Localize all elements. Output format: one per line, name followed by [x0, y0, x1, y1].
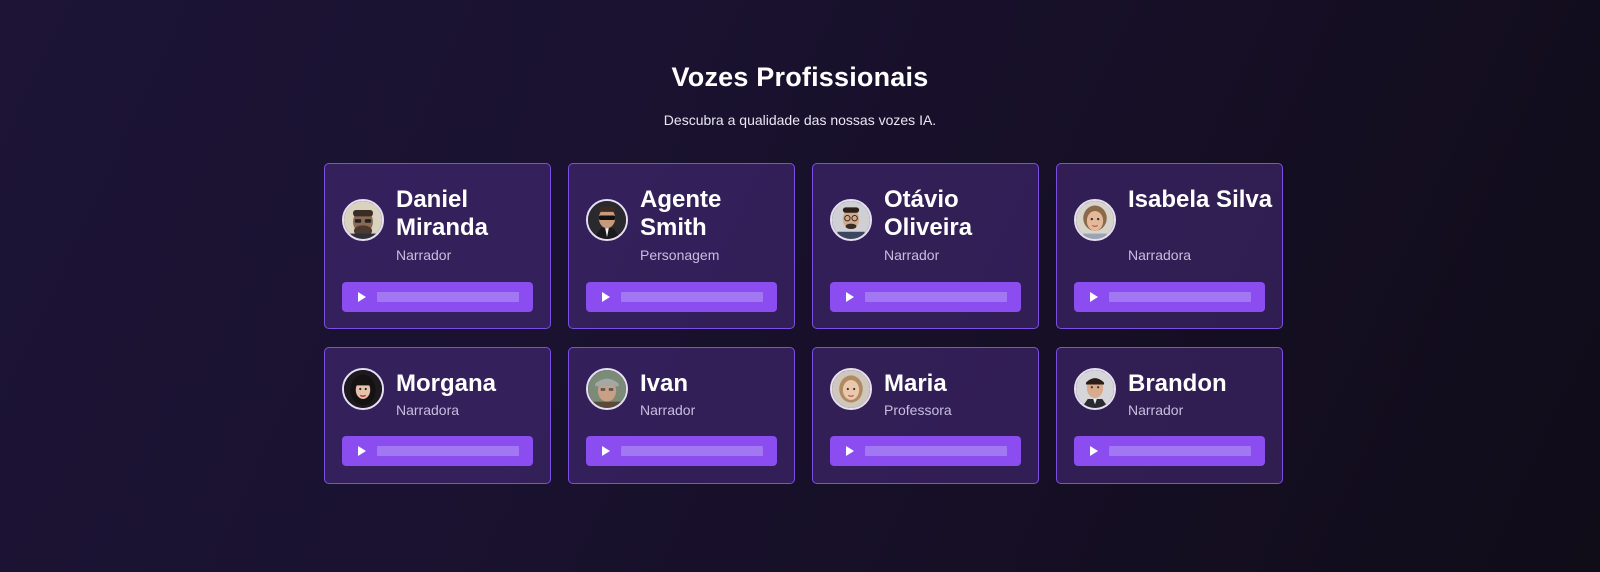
avatar — [342, 199, 384, 241]
play-icon[interactable] — [358, 446, 366, 456]
avatar — [1074, 199, 1116, 241]
voice-name: Brandon — [1128, 370, 1227, 397]
section-subtitle: Descubra a qualidade das nossas vozes IA… — [663, 112, 937, 128]
voice-card-daniel-miranda: Daniel Miranda Narrador — [324, 163, 551, 329]
voices-section: Vozes Profissionais Descubra a qualidade… — [0, 0, 1600, 572]
section-title: Vozes Profissionais — [671, 62, 929, 92]
voice-card-morgana: Morgana Narradora — [324, 347, 551, 484]
play-icon[interactable] — [1090, 292, 1098, 302]
voice-name: Isabela Silva — [1128, 186, 1273, 213]
voice-role: Personagem — [640, 247, 720, 263]
progress-track[interactable] — [865, 446, 1007, 456]
audio-player[interactable] — [1074, 436, 1265, 466]
voice-name: Maria — [884, 370, 947, 397]
avatar — [1074, 368, 1116, 410]
voice-card-brandon: Brandon Narrador — [1056, 347, 1283, 484]
avatar — [830, 199, 872, 241]
voice-role: Narrador — [1128, 402, 1184, 418]
voice-name: Otávio Oliveira — [884, 186, 973, 241]
audio-player[interactable] — [342, 436, 533, 466]
voice-card-ivan: Ivan Narrador — [568, 347, 795, 484]
play-icon[interactable] — [602, 446, 610, 456]
audio-player[interactable] — [1074, 282, 1265, 312]
avatar — [830, 368, 872, 410]
voice-role: Narrador — [396, 247, 452, 263]
progress-track[interactable] — [621, 446, 763, 456]
play-icon[interactable] — [846, 446, 854, 456]
voice-name: Morgana — [396, 370, 497, 397]
voice-card-maria: Maria Professora — [812, 347, 1039, 484]
voice-name: Agente Smith — [640, 186, 722, 241]
progress-track[interactable] — [1109, 292, 1251, 302]
voice-role: Narrador — [640, 402, 696, 418]
avatar — [342, 368, 384, 410]
avatar — [586, 199, 628, 241]
audio-player[interactable] — [586, 282, 777, 312]
play-icon[interactable] — [358, 292, 366, 302]
voice-role: Narradora — [1128, 247, 1192, 263]
voice-name: Ivan — [640, 370, 689, 397]
audio-player[interactable] — [830, 436, 1021, 466]
progress-track[interactable] — [1109, 446, 1251, 456]
progress-track[interactable] — [377, 446, 519, 456]
play-icon[interactable] — [1090, 446, 1098, 456]
voice-card-isabela-silva: Isabela Silva Narradora — [1056, 163, 1283, 329]
progress-track[interactable] — [377, 292, 519, 302]
voice-name: Daniel Miranda — [396, 186, 489, 241]
progress-track[interactable] — [865, 292, 1007, 302]
audio-player[interactable] — [342, 282, 533, 312]
play-icon[interactable] — [602, 292, 610, 302]
avatar — [586, 368, 628, 410]
voice-role: Narradora — [396, 402, 460, 418]
audio-player[interactable] — [586, 436, 777, 466]
voice-card-agente-smith: Agente Smith Personagem — [568, 163, 795, 329]
play-icon[interactable] — [846, 292, 854, 302]
progress-track[interactable] — [621, 292, 763, 302]
voice-card-otavio-oliveira: Otávio Oliveira Narrador — [812, 163, 1039, 329]
voice-role: Professora — [884, 402, 952, 418]
audio-player[interactable] — [830, 282, 1021, 312]
voice-role: Narrador — [884, 247, 940, 263]
